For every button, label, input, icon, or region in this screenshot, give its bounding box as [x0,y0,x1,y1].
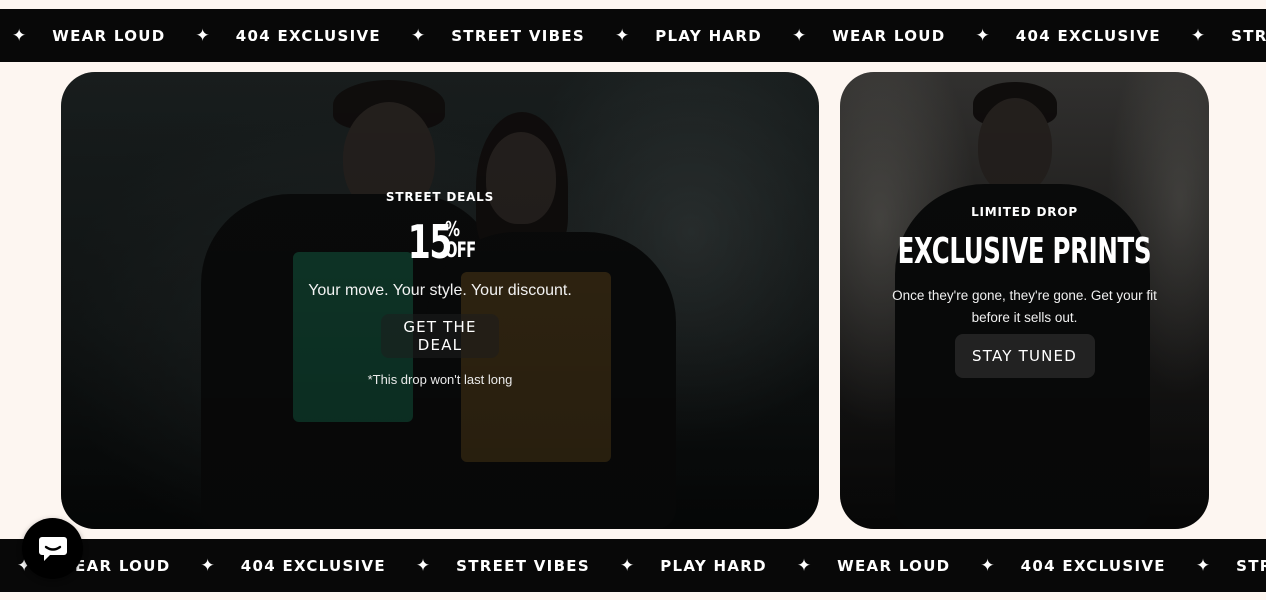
street-deals-content: STREET DEALS 15 % OFF Your move. Your st… [61,190,819,387]
marquee-item: ✦ 404 EXCLUSIVE [980,556,1195,576]
street-deals-eyebrow: STREET DEALS [385,190,495,204]
bottom-marquee: ✦PLAY HARD✦WEAR LOUD✦404 EXCLUSIVE✦STREE… [0,539,1266,592]
star-icon: ✦ [980,555,995,576]
star-icon: ✦ [200,555,215,576]
marquee-item: ✦ STREET VIBES [1191,26,1266,46]
star-icon: ✦ [975,25,990,46]
marquee-label: 404 EXCLUSIVE [1015,26,1161,45]
marquee-label: PLAY HARD [655,26,762,45]
marquee-item: ✦ PLAY HARD [620,556,797,576]
discount-suffix: % OFF [445,219,489,261]
marquee-item: ✦ STREET VIBES [1196,556,1266,576]
marquee-label: WEAR LOUD [52,26,166,45]
marquee-label: 404 EXCLUSIVE [240,556,386,575]
top-marquee: ✦ WEAR LOUD ✦ 404 EXCLUSIVE ✦ STREET VIBES ✦ PL… [0,9,1266,62]
marquee-label: STREET VIBES [1236,556,1266,575]
star-icon: ✦ [415,555,431,576]
marquee-item: ✦ WEAR LOUD [12,26,196,46]
star-icon: ✦ [1195,555,1211,576]
discount-percent-sign: % [445,217,461,241]
marquee-item: ✦ WEAR LOUD [792,26,976,46]
marquee-label: PLAY HARD [660,556,767,575]
marquee-item: ✦ STREET VIBES [416,556,620,576]
star-icon: ✦ [1190,25,1206,46]
chat-button[interactable] [22,518,83,579]
marquee-label: STREET VIBES [451,26,586,45]
top-marquee-track: ✦ WEAR LOUD ✦ 404 EXCLUSIVE ✦ STREET VIBES ✦ PL… [12,9,1266,62]
drop-note: *This drop won't last long [367,372,513,387]
marquee-label: STREET VIBES [1231,26,1266,45]
limited-drop-eyebrow: LIMITED DROP [971,205,1078,219]
star-icon: ✦ [410,25,426,46]
exclusive-prints-content: LIMITED DROP EXCLUSIVE PRINTS Once they'… [840,205,1209,378]
marquee-label: 404 EXCLUSIVE [1020,556,1166,575]
marquee-label: 404 EXCLUSIVE [235,26,381,45]
exclusive-prints-title: EXCLUSIVE PRINTS [897,231,1152,272]
marquee-label: STREET VIBES [456,556,590,575]
street-deals-subtitle: Your move. Your style. Your discount. [308,282,572,299]
chat-icon [38,536,67,561]
stay-tuned-button[interactable]: STAY TUNED [954,334,1095,378]
exclusive-prints-description: Once they're gone, they're gone. Get you… [892,288,1157,325]
discount-badge: 15 % OFF [391,219,489,269]
marquee-item: ✦ 404 EXCLUSIVE [975,26,1190,46]
get-the-deal-button[interactable]: GET THE DEAL [381,314,499,358]
star-icon: ✦ [791,25,807,46]
discount-off-label: OFF [445,238,476,262]
star-icon: ✦ [12,25,27,46]
marquee-item: ✦ STREET VIBES [411,26,615,46]
marquee-item: ✦ 404 EXCLUSIVE [200,556,415,576]
bottom-marquee-track: ✦PLAY HARD✦WEAR LOUD✦404 EXCLUSIVE✦STREE… [0,539,1266,592]
page-top-border [0,0,1266,9]
exclusive-prints-banner[interactable]: LIMITED DROP EXCLUSIVE PRINTS Once they'… [840,72,1209,529]
marquee-label: WEAR LOUD [832,26,946,45]
star-icon: ✦ [796,555,812,576]
marquee-item: ✦ 404 EXCLUSIVE [196,26,411,46]
star-icon: ✦ [619,555,635,576]
marquee-item: ✦ WEAR LOUD [797,556,981,576]
street-deals-banner[interactable]: STREET DEALS 15 % OFF Your move. Your st… [61,72,819,529]
star-icon: ✦ [615,25,630,46]
marquee-label: WEAR LOUD [837,556,951,575]
marquee-item: ✦ PLAY HARD [615,26,792,46]
marquee-item: ✦PLAY HARD [0,556,17,576]
star-icon: ✦ [195,25,210,46]
